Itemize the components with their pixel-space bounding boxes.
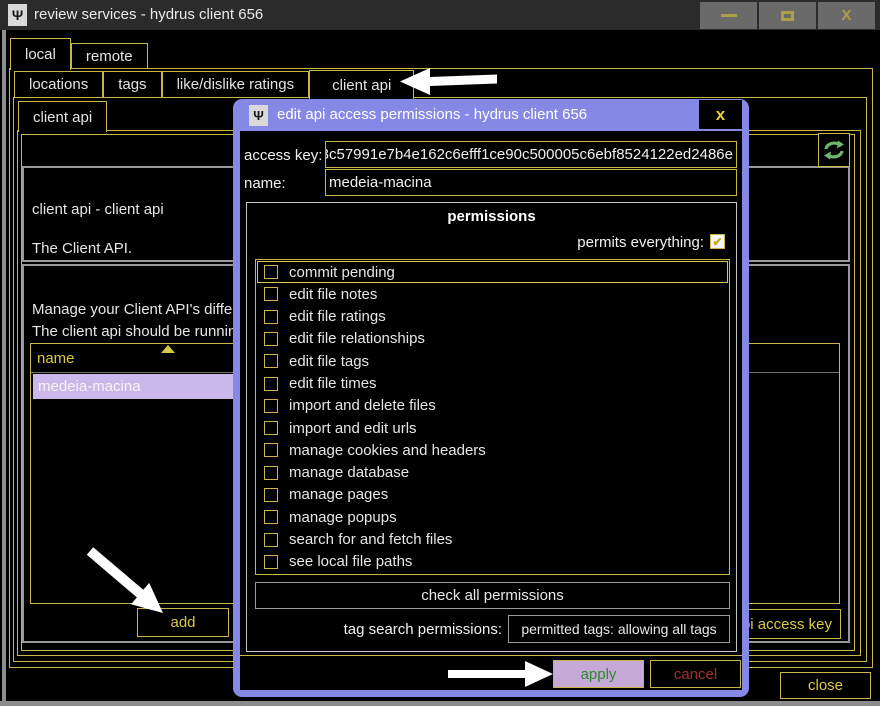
refresh-button[interactable]	[818, 133, 850, 167]
permission-label: manage database	[289, 464, 409, 481]
edit-api-permissions-dialog: Ψ edit api access permissions - hydrus c…	[233, 99, 749, 697]
permission-label: search for and fetch files	[289, 531, 452, 548]
dialog-title: edit api access permissions - hydrus cli…	[277, 99, 587, 131]
permission-label: manage cookies and headers	[289, 442, 486, 459]
permission-checkbox[interactable]	[264, 466, 278, 480]
service-title: client api - client api	[32, 201, 164, 218]
tab[interactable]: client api	[309, 70, 414, 99]
permission-item[interactable]: commit pending	[257, 261, 728, 283]
hydrus-dialog-icon: Ψ	[249, 105, 268, 126]
tag-search-permissions-label: tag search permissions:	[344, 621, 502, 638]
tab[interactable]: like/dislike ratings	[162, 71, 310, 97]
permission-label: see local file paths	[289, 553, 412, 570]
name-input[interactable]: medeia-macina	[325, 169, 737, 196]
permissions-list[interactable]: commit pending edit file notes edit file…	[255, 259, 730, 575]
permission-checkbox[interactable]	[264, 354, 278, 368]
permission-label: import and delete files	[289, 397, 436, 414]
access-key-label: access key:	[244, 147, 322, 164]
access-key-input[interactable]: a3c57991e7b4e162c6efff1ce90c500005c6ebf8…	[325, 141, 737, 168]
window-border-left	[2, 30, 6, 702]
tabbar-local-remote: localremote	[10, 38, 148, 70]
cancel-button[interactable]: cancel	[650, 660, 741, 688]
permits-everything-label: permits everything:	[577, 234, 704, 251]
permission-item[interactable]: manage database	[257, 462, 728, 484]
permits-everything-checkbox[interactable]: ✔	[710, 234, 725, 249]
permission-checkbox[interactable]	[264, 510, 278, 524]
permission-item[interactable]: manage pages	[257, 484, 728, 506]
maximize-button[interactable]	[759, 2, 816, 29]
maximize-icon	[781, 11, 794, 21]
permission-checkbox[interactable]	[264, 533, 278, 547]
tab[interactable]: tags	[103, 71, 161, 97]
minimize-icon	[721, 14, 737, 17]
tab[interactable]: remote	[71, 43, 148, 68]
permission-item[interactable]: see local file paths	[257, 551, 728, 573]
permission-checkbox[interactable]	[264, 399, 278, 413]
permission-label: edit file ratings	[289, 308, 386, 325]
tabbar-services: client api	[18, 101, 107, 132]
window-title: review services - hydrus client 656	[34, 0, 263, 30]
permission-item[interactable]: edit file relationships	[257, 328, 728, 350]
permission-label: manage pages	[289, 486, 388, 503]
permission-item[interactable]: import and edit urls	[257, 417, 728, 439]
permission-item[interactable]: manage cookies and headers	[257, 439, 728, 461]
permission-label: edit file notes	[289, 286, 377, 303]
permission-item[interactable]: edit file tags	[257, 350, 728, 372]
permission-checkbox[interactable]	[264, 421, 278, 435]
tabbar-service-types: locationstagslike/dislike ratingsclient …	[14, 70, 414, 99]
close-button[interactable]: close	[780, 672, 871, 699]
permission-checkbox[interactable]	[264, 310, 278, 324]
permission-item[interactable]: manage popups	[257, 506, 728, 528]
permission-item[interactable]: import and delete files	[257, 395, 728, 417]
permission-label: commit pending	[289, 264, 395, 281]
check-all-permissions-button[interactable]: check all permissions	[255, 582, 730, 609]
permission-label: edit file tags	[289, 353, 369, 370]
window-titlebar: Ψ review services - hydrus client 656 X	[0, 0, 880, 30]
permission-checkbox[interactable]	[264, 332, 278, 346]
permission-item[interactable]: edit file notes	[257, 283, 728, 305]
tab[interactable]: locations	[14, 71, 103, 97]
window-close-button[interactable]: X	[818, 2, 875, 29]
tag-search-permissions-button[interactable]: permitted tags: allowing all tags	[508, 615, 730, 643]
manage-intro-line1: Manage your Client API's differ	[32, 301, 237, 318]
permission-label: edit file relationships	[289, 330, 425, 347]
permission-label: import and edit urls	[289, 420, 417, 437]
permission-checkbox[interactable]	[264, 488, 278, 502]
permissions-group-title: permissions	[247, 208, 736, 225]
manage-intro-line2: The client api should be runnin	[32, 323, 236, 340]
name-label: name:	[244, 175, 286, 192]
service-description: The Client API.	[32, 240, 132, 257]
minimize-button[interactable]	[700, 2, 757, 29]
permission-checkbox[interactable]	[264, 443, 278, 457]
window-border-bottom	[0, 701, 880, 706]
permission-checkbox[interactable]	[264, 555, 278, 569]
tab[interactable]: local	[10, 38, 71, 70]
dialog-separator	[240, 655, 742, 656]
permission-checkbox[interactable]	[264, 377, 278, 391]
apply-button[interactable]: apply	[553, 660, 644, 688]
permission-label: edit file times	[289, 375, 377, 392]
permissions-groupbox: permissions permits everything: ✔ commit…	[246, 202, 737, 652]
permission-label: manage popups	[289, 509, 397, 526]
close-icon: X	[841, 7, 851, 24]
tab[interactable]: client api	[18, 101, 107, 132]
add-button[interactable]: add	[137, 608, 229, 637]
permission-checkbox[interactable]	[264, 265, 278, 279]
hydrus-app-icon: Ψ	[8, 4, 27, 26]
permission-checkbox[interactable]	[264, 287, 278, 301]
permission-item[interactable]: search for and fetch files	[257, 528, 728, 550]
permission-item[interactable]: edit file ratings	[257, 306, 728, 328]
permission-item[interactable]: edit file times	[257, 372, 728, 394]
refresh-icon	[823, 139, 845, 161]
dialog-content: access key: a3c57991e7b4e162c6efff1ce90c…	[240, 131, 742, 690]
dialog-close-button[interactable]: x	[699, 100, 742, 129]
